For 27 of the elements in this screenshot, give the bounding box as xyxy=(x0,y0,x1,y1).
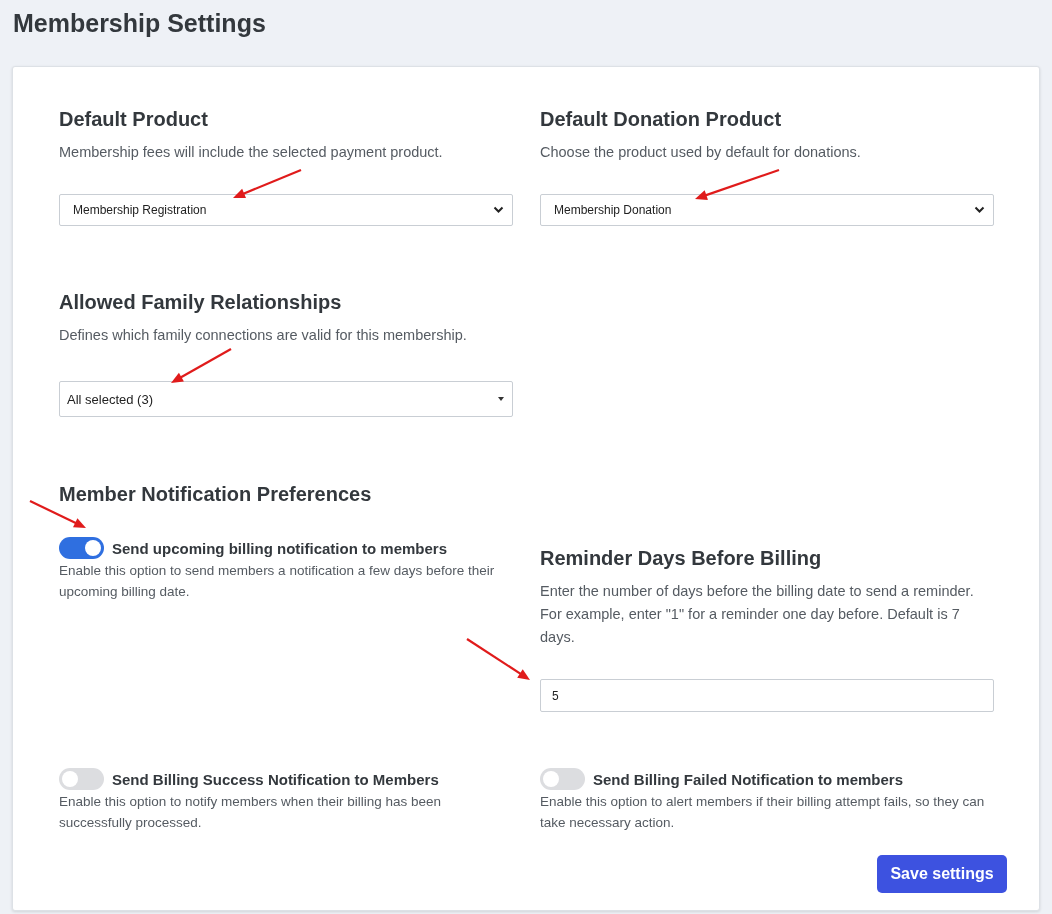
toggle-label: Send upcoming billing notification to members xyxy=(112,539,447,557)
section-description: Membership fees will include the selected payment product. xyxy=(59,143,444,162)
save-settings-button[interactable]: Save settings xyxy=(877,855,1007,893)
number-input-field[interactable]: 5 xyxy=(540,679,994,712)
caret-icon xyxy=(498,397,504,401)
chevron-down-icon xyxy=(974,206,985,214)
toggle-switch[interactable] xyxy=(59,537,104,559)
toggle-label: Send Billing Success Notification to Members xyxy=(112,770,439,788)
select-dropdown[interactable]: Membership Registration xyxy=(59,194,513,226)
section-description: Choose the product used by default for donations. xyxy=(540,143,862,162)
section-heading: Member Notification Preferences xyxy=(59,482,373,506)
toggle-description: Enable this option to alert members if their billing attempt fails, so they can take necessary action. xyxy=(540,793,986,832)
toggle-switch[interactable] xyxy=(540,768,585,790)
chevron-down-icon xyxy=(493,206,504,214)
select-dropdown[interactable]: Membership Donation xyxy=(540,194,994,226)
toggle-description: Enable this option to notify members when their billing has been successfully processed. xyxy=(59,793,442,832)
toggle-switch[interactable] xyxy=(59,768,104,790)
section-heading: Allowed Family Relationships xyxy=(59,290,343,314)
section-heading: Default Product xyxy=(59,107,209,131)
toggle-description: Enable this option to send members a notification a few days before their upcoming billing date. xyxy=(59,562,496,601)
section-description: Enter the number of days before the billing date to send a reminder. For example, enter "1" for a reminder one day before. Default is 7 days. xyxy=(540,582,975,647)
multiselect-dropdown[interactable]: All selected (3) xyxy=(59,381,513,417)
section-description: Defines which family connections are valid for this membership. xyxy=(59,326,468,345)
section-heading: Reminder Days Before Billing xyxy=(540,546,823,570)
section-heading: Default Donation Product xyxy=(540,107,783,131)
toggle-label: Send Billing Failed Notification to members xyxy=(593,770,904,788)
page-title: Membership Settings xyxy=(13,8,267,39)
